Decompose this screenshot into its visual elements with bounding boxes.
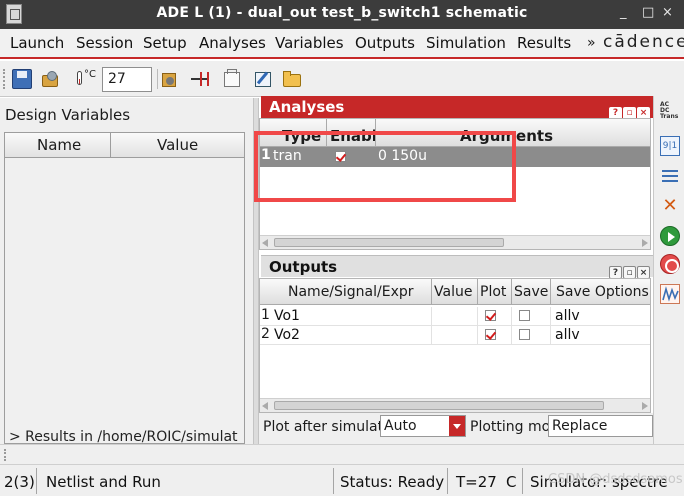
plotting-mode-select[interactable]: Replace	[548, 415, 653, 437]
table-row[interactable]: 1 Vo1 allv	[260, 307, 650, 326]
plot-after-simulation-label: Plot after simulation:	[263, 419, 381, 435]
status-unit: C	[506, 473, 517, 491]
save-state-icon[interactable]	[12, 69, 32, 89]
plot-after-simulation-value: Auto	[384, 418, 417, 434]
toolbar-grip[interactable]	[3, 69, 9, 89]
save-options[interactable]: allv	[555, 327, 580, 343]
output-name[interactable]: Vo1	[274, 308, 300, 324]
side-toolbar: AC DC Trans 9|1 ✕	[653, 96, 684, 444]
open-folder-icon[interactable]	[282, 69, 302, 89]
table-row[interactable]: 2 Vo2 allv	[260, 326, 650, 345]
plotting-mode-label: Plotting mode:	[470, 419, 550, 435]
plot-outputs-icon[interactable]	[660, 284, 680, 304]
column-save[interactable]: Save	[514, 284, 548, 300]
setup-outputs-icon[interactable]	[660, 166, 680, 186]
outputs-table[interactable]: Name/Signal/Expr Value Plot Save Save Op…	[259, 278, 651, 413]
watermark: CSDN @dsdsdsomos	[548, 472, 683, 487]
temperature-icon: °C	[75, 69, 96, 91]
column-plot[interactable]: Plot	[480, 284, 506, 300]
menu-overflow-button[interactable]: »	[587, 35, 596, 51]
window-titlebar: ADE L (1) - dual_out test_b_switch1 sche…	[0, 0, 684, 29]
temperature-input[interactable]: 27	[102, 67, 152, 92]
menu-analyses[interactable]: Analyses	[199, 34, 266, 52]
save-checkbox[interactable]	[519, 310, 530, 321]
status-action: Netlist and Run	[46, 473, 161, 491]
menu-launch[interactable]: Launch	[10, 34, 64, 52]
library-icon[interactable]	[223, 69, 243, 89]
results-path-line: > Results in /home/ROIC/simulat	[9, 429, 238, 445]
choose-analyses-icon[interactable]: AC DC Trans	[660, 102, 680, 122]
column-save-options[interactable]: Save Options	[556, 284, 649, 300]
menu-simulation[interactable]: Simulation	[426, 34, 506, 52]
save-options[interactable]: allv	[555, 308, 580, 324]
plotting-mode-value: Replace	[552, 418, 608, 434]
load-state-icon[interactable]	[40, 69, 60, 89]
minimize-button[interactable]: _	[620, 5, 627, 20]
bottom-dock	[0, 444, 684, 464]
window-title: ADE L (1) - dual_out test_b_switch1 sche…	[156, 5, 528, 21]
save-checkbox[interactable]	[519, 329, 530, 340]
column-value[interactable]: Value	[157, 136, 198, 154]
column-name[interactable]: Name	[37, 136, 81, 154]
design-variables-title: Design Variables	[5, 106, 131, 124]
row-number: 2	[261, 326, 270, 342]
design-variables-table[interactable]: Name Value	[4, 132, 245, 444]
menu-setup[interactable]: Setup	[143, 34, 187, 52]
stop-simulation-icon[interactable]	[660, 254, 680, 274]
menu-variables[interactable]: Variables	[275, 34, 344, 52]
plot-after-simulation-select[interactable]: Auto	[380, 415, 466, 437]
netlist-icon[interactable]	[191, 69, 211, 89]
design-variables-header: Name Value	[5, 133, 244, 158]
highlight-rectangle	[254, 131, 516, 202]
status-state: Status: Ready	[340, 473, 445, 491]
maximize-button[interactable]: □	[642, 5, 654, 20]
edit-variables-icon[interactable]	[254, 69, 274, 89]
setup-simulator-icon[interactable]	[160, 69, 180, 89]
temperature-unit-label: °C	[84, 69, 96, 80]
outputs-panel-header: Outputs ? ▫ ×	[261, 255, 653, 279]
outputs-horizontal-scrollbar[interactable]	[260, 398, 650, 412]
analyses-panel-header: Analyses ? ▫ ×	[261, 96, 653, 120]
menu-outputs[interactable]: Outputs	[355, 34, 415, 52]
column-value[interactable]: Value	[434, 284, 472, 300]
run-simulation-icon[interactable]	[660, 226, 680, 246]
output-name[interactable]: Vo2	[274, 327, 300, 343]
plot-checkbox[interactable]	[485, 310, 496, 321]
analyses-horizontal-scrollbar[interactable]	[260, 235, 650, 249]
plot-controls: Plot after simulation: Auto Plotting mod…	[259, 413, 653, 444]
menu-results[interactable]: Results	[517, 34, 571, 52]
delete-icon[interactable]: ✕	[660, 196, 680, 216]
close-button[interactable]: ×	[662, 5, 673, 20]
status-temperature: T=27	[456, 473, 497, 491]
edit-variables-icon[interactable]: 9|1	[660, 136, 680, 156]
cadence-logo: cādence	[603, 32, 684, 52]
menu-bar: Launch Session Setup Analyses Variables …	[0, 29, 684, 59]
outputs-header: Name/Signal/Expr Value Plot Save Save Op…	[260, 279, 650, 305]
toolbar-separator	[157, 69, 159, 89]
menu-session[interactable]: Session	[76, 34, 133, 52]
row-number: 1	[261, 307, 270, 323]
design-variables-panel: Design Variables Name Value > Results in…	[0, 98, 253, 445]
analyses-title: Analyses	[269, 98, 345, 116]
status-count: 2(3)	[4, 473, 35, 491]
chevron-down-icon[interactable]	[449, 416, 465, 436]
outputs-title: Outputs	[269, 258, 338, 276]
column-name-signal[interactable]: Name/Signal/Expr	[288, 284, 414, 300]
plot-checkbox[interactable]	[485, 329, 496, 340]
